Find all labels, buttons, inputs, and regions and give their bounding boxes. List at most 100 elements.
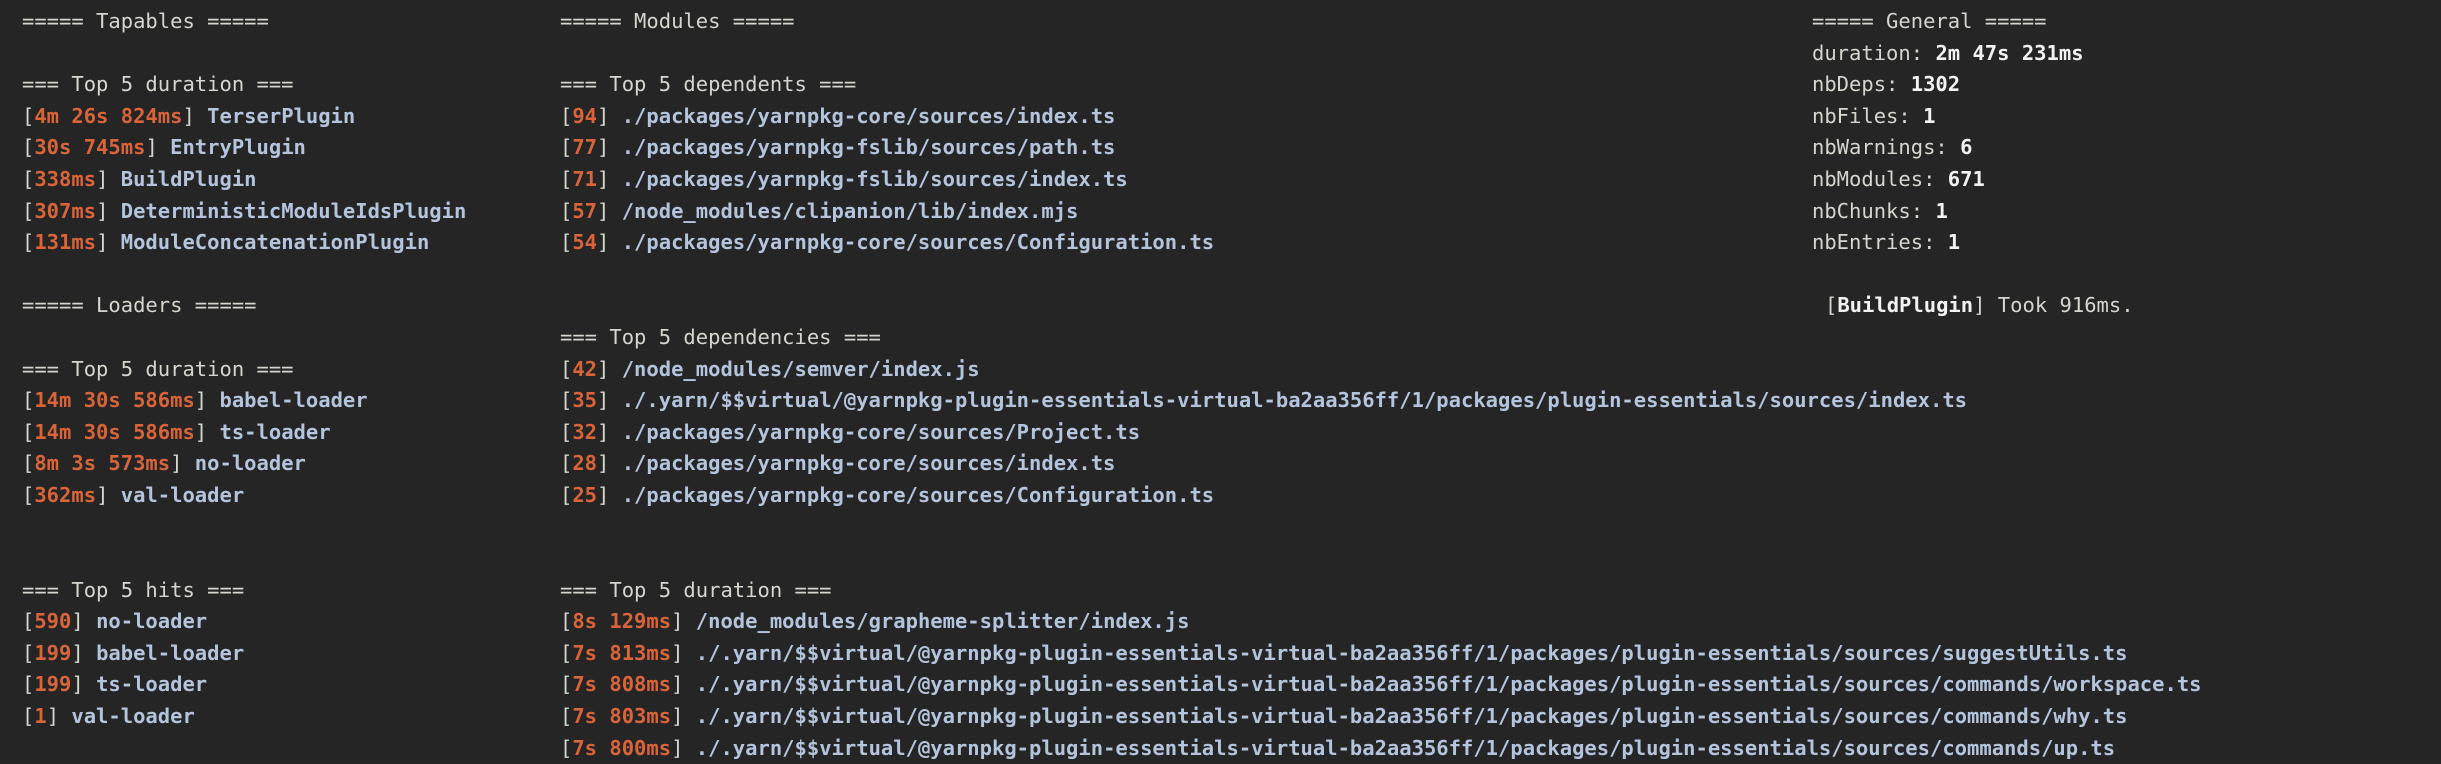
bracket-open: [	[22, 672, 35, 697]
bracket-close: ]	[182, 103, 208, 128]
dependencies-count: 25	[572, 482, 598, 507]
bracket-close: ]	[170, 451, 195, 476]
loaders-hits-row: [199] babel-loader	[22, 638, 466, 670]
tapables-duration-row: [4m 26s 824ms] TerserPlugin	[22, 101, 466, 133]
duration-value: 30s 745ms	[34, 135, 146, 160]
stat-value: 6	[1960, 135, 1973, 160]
bracket-open: [	[560, 672, 573, 697]
bracket-close: ]	[597, 230, 622, 255]
modules-duration-row: [7s 813ms] ./.yarn/$$virtual/@yarnpkg-pl…	[560, 638, 2202, 670]
bracket-open: [	[560, 230, 573, 255]
tapables-duration-row: [338ms] BuildPlugin	[22, 164, 466, 196]
loader-name: babel-loader	[219, 388, 368, 413]
bracket-open: [	[560, 135, 573, 160]
general-stat-row: nbFiles: 1	[1812, 101, 2134, 133]
duration-value: 7s 808ms	[572, 672, 672, 697]
bracket-close: ]	[194, 419, 220, 444]
bracket-open: [	[560, 166, 573, 191]
stat-separator	[1935, 230, 1947, 254]
stat-key: nbChunks:	[1812, 198, 1924, 223]
bracket-open: [	[1825, 293, 1838, 318]
bracket-close: ]	[597, 198, 622, 223]
duration-value: 8m 3s 573ms	[34, 451, 171, 476]
modules-duration-header: === Top 5 duration ===	[560, 577, 832, 602]
plugin-name: TerserPlugin	[207, 103, 356, 128]
loaders-duration-row: [8m 3s 573ms] no-loader	[22, 448, 466, 480]
duration-value: 362ms	[34, 482, 97, 507]
bracket-open: [	[22, 640, 35, 665]
bracket-open: [	[560, 198, 573, 223]
bracket-open: [	[560, 704, 573, 729]
stat-key: nbModules:	[1812, 166, 1936, 191]
loaders-hits-row: [1] val-loader	[22, 701, 466, 733]
bracket-close: ]	[597, 103, 622, 128]
bracket-open: [	[22, 198, 35, 223]
dependencies-count: 42	[572, 356, 598, 381]
general-stat-row: nbModules: 671	[1812, 164, 2134, 196]
stat-separator	[1948, 135, 1960, 159]
general-stat-row: nbEntries: 1	[1812, 227, 2134, 259]
stat-key: nbWarnings:	[1812, 135, 1948, 160]
bracket-open: [	[560, 482, 573, 507]
bracket-open: [	[22, 103, 35, 128]
bracket-close: ]	[671, 735, 696, 760]
stat-separator	[1898, 72, 1910, 96]
general-stat-row: nbChunks: 1	[1812, 196, 2134, 228]
modules-dependencies-row: [42] /node_modules/semver/index.js	[560, 354, 2202, 386]
plugin-name: EntryPlugin	[170, 135, 306, 160]
module-path: /node_modules/semver/index.js	[621, 356, 980, 381]
loaders-duration-header: === Top 5 duration ===	[22, 356, 294, 381]
stat-key: duration:	[1812, 40, 1924, 65]
bracket-close: ]	[671, 672, 696, 697]
stat-value: 1302	[1910, 72, 1961, 97]
bracket-close: ]	[46, 704, 72, 729]
bracket-open: [	[560, 356, 573, 381]
module-path: ./.yarn/$$virtual/@yarnpkg-plugin-essent…	[695, 672, 2202, 697]
loader-name: ts-loader	[96, 672, 208, 697]
duration-value: 307ms	[34, 198, 97, 223]
loader-name: val-loader	[120, 482, 245, 507]
stat-value: 1	[1935, 198, 1948, 223]
loader-name: ts-loader	[219, 419, 331, 444]
bracket-close: ]	[71, 640, 97, 665]
stat-separator	[1923, 41, 1935, 65]
dependents-count: 54	[572, 230, 598, 255]
dependents-count: 71	[572, 166, 598, 191]
bracket-close: ]	[597, 419, 622, 444]
bracket-close: ]	[597, 451, 622, 476]
plugin-name: BuildPlugin	[1837, 293, 1974, 318]
hits-value: 199	[34, 672, 72, 697]
module-path: ./packages/yarnpkg-core/sources/Configur…	[621, 230, 1215, 255]
general-stat-row: nbDeps: 1302	[1812, 69, 2134, 101]
duration-value: 7s 813ms	[572, 640, 672, 665]
module-path: ./packages/yarnpkg-core/sources/Configur…	[621, 482, 1215, 507]
bracket-close: ]	[597, 482, 622, 507]
general-column: ===== General ===== duration: 2m 47s 231…	[1812, 6, 2134, 322]
module-path: ./packages/yarnpkg-fslib/sources/index.t…	[621, 166, 1128, 191]
tapables-duration-header: === Top 5 duration ===	[22, 72, 294, 97]
modules-dependencies-row: [32] ./packages/yarnpkg-core/sources/Pro…	[560, 417, 2202, 449]
loader-name: val-loader	[71, 704, 195, 729]
terminal-output: ===== Tapables ===== === Top 5 duration …	[0, 0, 2441, 760]
bracket-open: [	[560, 609, 573, 634]
module-path: ./packages/yarnpkg-core/sources/index.ts	[621, 451, 1116, 476]
modules-duration-row: [8s 129ms] /node_modules/grapheme-splitt…	[560, 606, 2202, 638]
module-path: ./packages/yarnpkg-core/sources/index.ts	[621, 103, 1116, 128]
duration-value: 14m 30s 586ms	[34, 419, 195, 444]
stat-separator	[1935, 167, 1947, 191]
bracket-close: ]	[96, 166, 121, 191]
bracket-open: [	[22, 166, 35, 191]
stat-value: 671	[1947, 166, 1985, 191]
bracket-open: [	[560, 103, 573, 128]
hits-value: 590	[34, 609, 72, 634]
hits-value: 1	[34, 704, 47, 729]
general-stat-row: duration: 2m 47s 231ms	[1812, 38, 2134, 70]
loaders-hits-row: [199] ts-loader	[22, 669, 466, 701]
tapables-section-header: ===== Tapables =====	[22, 9, 269, 33]
duration-value: 7s 800ms	[572, 735, 672, 760]
loaders-hits-header: === Top 5 hits ===	[22, 577, 245, 602]
bracket-open: [	[22, 451, 35, 476]
modules-dependencies-header: === Top 5 dependencies ===	[560, 324, 881, 349]
module-path: ./packages/yarnpkg-fslib/sources/path.ts	[621, 135, 1116, 160]
